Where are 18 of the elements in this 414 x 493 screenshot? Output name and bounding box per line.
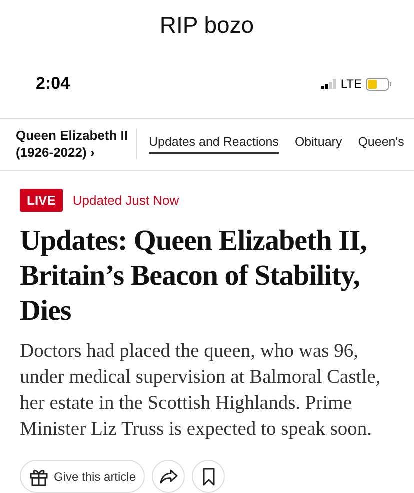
summary: Doctors had placed the queen, who was 96, under medical supervision at Balmoral Castle, her estate in the Scottish Highlands. Prime Minister Liz Truss is expected to speak soon. [20, 340, 382, 442]
section-tab[interactable]: Queen's [358, 134, 404, 154]
updated-label: Updated Just Now [72, 193, 180, 208]
share-icon [160, 468, 178, 484]
network-label: LTE [340, 77, 362, 92]
section-tab[interactable]: Obituary [294, 134, 342, 154]
section-tab[interactable]: Updates and Reactions [149, 134, 279, 154]
live-badge: LIVE [20, 189, 63, 212]
headline: Updates: Queen Elizabeth II, Britain’s Beacon of Stability, Dies [20, 224, 368, 329]
gift-button[interactable]: Give this article [20, 460, 146, 493]
bookmark-button[interactable] [192, 460, 226, 493]
battery-icon [366, 78, 392, 91]
share-button[interactable] [152, 460, 186, 493]
bookmark-icon [202, 468, 215, 486]
status-time: 2:04 [36, 74, 70, 94]
caption: RIP bozo [158, 11, 256, 40]
section-link[interactable]: Queen Elizabeth II (1926-2022) › [16, 127, 128, 162]
signal-icon [320, 79, 337, 90]
